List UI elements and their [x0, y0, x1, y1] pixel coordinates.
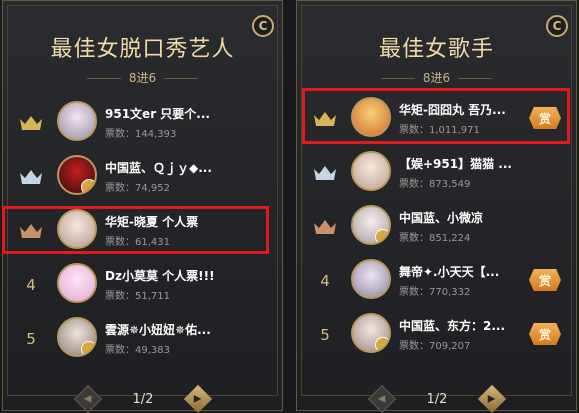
- vote-count: 票数：770,332: [399, 287, 471, 298]
- next-page-button[interactable]: ▶: [477, 384, 507, 413]
- rank-row[interactable]: 中国蓝、小微凉 票数：851,224: [305, 199, 567, 255]
- rank-row[interactable]: 【娱+951】猫猫 ... 票数：873,549: [305, 145, 567, 201]
- vote-count: 票数：51,711: [105, 291, 170, 302]
- reward-button[interactable]: 赏: [529, 323, 561, 345]
- rank-number: 5: [320, 326, 330, 344]
- panel-female-singer: C 最佳女歌手 8进6 华矩-囧囧丸 吾乃... 票数：1,011,971 赏 …: [296, 0, 577, 413]
- gold-crown-icon: [15, 107, 47, 139]
- rank-row[interactable]: 5 中国蓝、东方：2... 票数：709,207 赏: [305, 307, 567, 363]
- avatar[interactable]: [57, 101, 97, 141]
- avatar[interactable]: [57, 155, 97, 195]
- prev-page-button[interactable]: ◀: [73, 384, 103, 413]
- vote-count: 票数：144,393: [105, 129, 177, 140]
- reward-button[interactable]: 赏: [529, 269, 561, 291]
- panel-title: 最佳女脱口秀艺人: [50, 37, 235, 62]
- candidate-name: 中国蓝、Ｑｊｙ◆...: [105, 161, 212, 175]
- pagination: ◀ 1/2 ▶: [73, 384, 213, 413]
- panel-subtitle: 8进6: [3, 69, 282, 86]
- silver-crown-icon: [15, 161, 47, 193]
- vote-count: 票数：709,207: [399, 341, 471, 352]
- chevron-left-icon: ◀: [84, 393, 92, 405]
- highlight-box: [302, 88, 570, 144]
- rank-row[interactable]: 951文er 只要个... 票数：144,393: [11, 95, 273, 151]
- chevron-right-icon: ▶: [194, 393, 202, 405]
- chevron-left-icon: ◀: [378, 393, 386, 405]
- next-page-button[interactable]: ▶: [183, 384, 213, 413]
- page-indicator: 1/2: [132, 391, 154, 407]
- avatar[interactable]: [351, 205, 391, 245]
- rank-row[interactable]: 5 雲源✵小妞妞✵佑... 票数：49,383: [11, 311, 273, 367]
- chevron-right-icon: ▶: [488, 393, 496, 405]
- vote-count: 票数：49,383: [105, 345, 170, 356]
- avatar[interactable]: [351, 259, 391, 299]
- avatar[interactable]: [351, 151, 391, 191]
- rank-row[interactable]: 中国蓝、Ｑｊｙ◆... 票数：74,952: [11, 149, 273, 205]
- live-badge-icon: [375, 337, 389, 351]
- candidate-name: 【娱+951】猫猫 ...: [399, 157, 512, 171]
- live-badge-icon: [81, 341, 95, 355]
- highlight-box: [2, 206, 269, 254]
- rank-number: 4: [26, 276, 36, 294]
- live-badge-icon: [81, 179, 95, 193]
- prev-page-button[interactable]: ◀: [367, 384, 397, 413]
- pagination: ◀ 1/2 ▶: [367, 384, 507, 413]
- candidate-name: 951文er 只要个...: [105, 107, 210, 121]
- bronze-crown-icon: [309, 211, 341, 243]
- live-badge-icon: [375, 229, 389, 243]
- candidate-name: 雲源✵小妞妞✵佑...: [105, 323, 211, 337]
- panel-subtitle: 8进6: [297, 69, 576, 86]
- candidate-name: Dz小莫莫 个人票!!!: [105, 269, 215, 283]
- page-indicator: 1/2: [426, 391, 448, 407]
- vote-count: 票数：851,224: [399, 233, 471, 244]
- panel-title: 最佳女歌手: [378, 37, 494, 62]
- rank-row[interactable]: 4 Dz小莫莫 个人票!!! 票数：51,711: [11, 257, 273, 313]
- rank-row[interactable]: 4 舞帝✦.小天天【... 票数：770,332 赏: [305, 253, 567, 309]
- avatar[interactable]: [57, 263, 97, 303]
- candidate-name: 舞帝✦.小天天【...: [399, 265, 500, 279]
- avatar[interactable]: [57, 317, 97, 357]
- rank-number: 5: [26, 330, 36, 348]
- candidate-name: 中国蓝、东方：2...: [399, 319, 506, 333]
- vote-count: 票数：873,549: [399, 179, 471, 190]
- vote-count: 票数：74,952: [105, 183, 170, 194]
- silver-crown-icon: [309, 157, 341, 189]
- rank-number: 4: [320, 272, 330, 290]
- candidate-name: 中国蓝、小微凉: [399, 211, 484, 225]
- avatar[interactable]: [351, 313, 391, 353]
